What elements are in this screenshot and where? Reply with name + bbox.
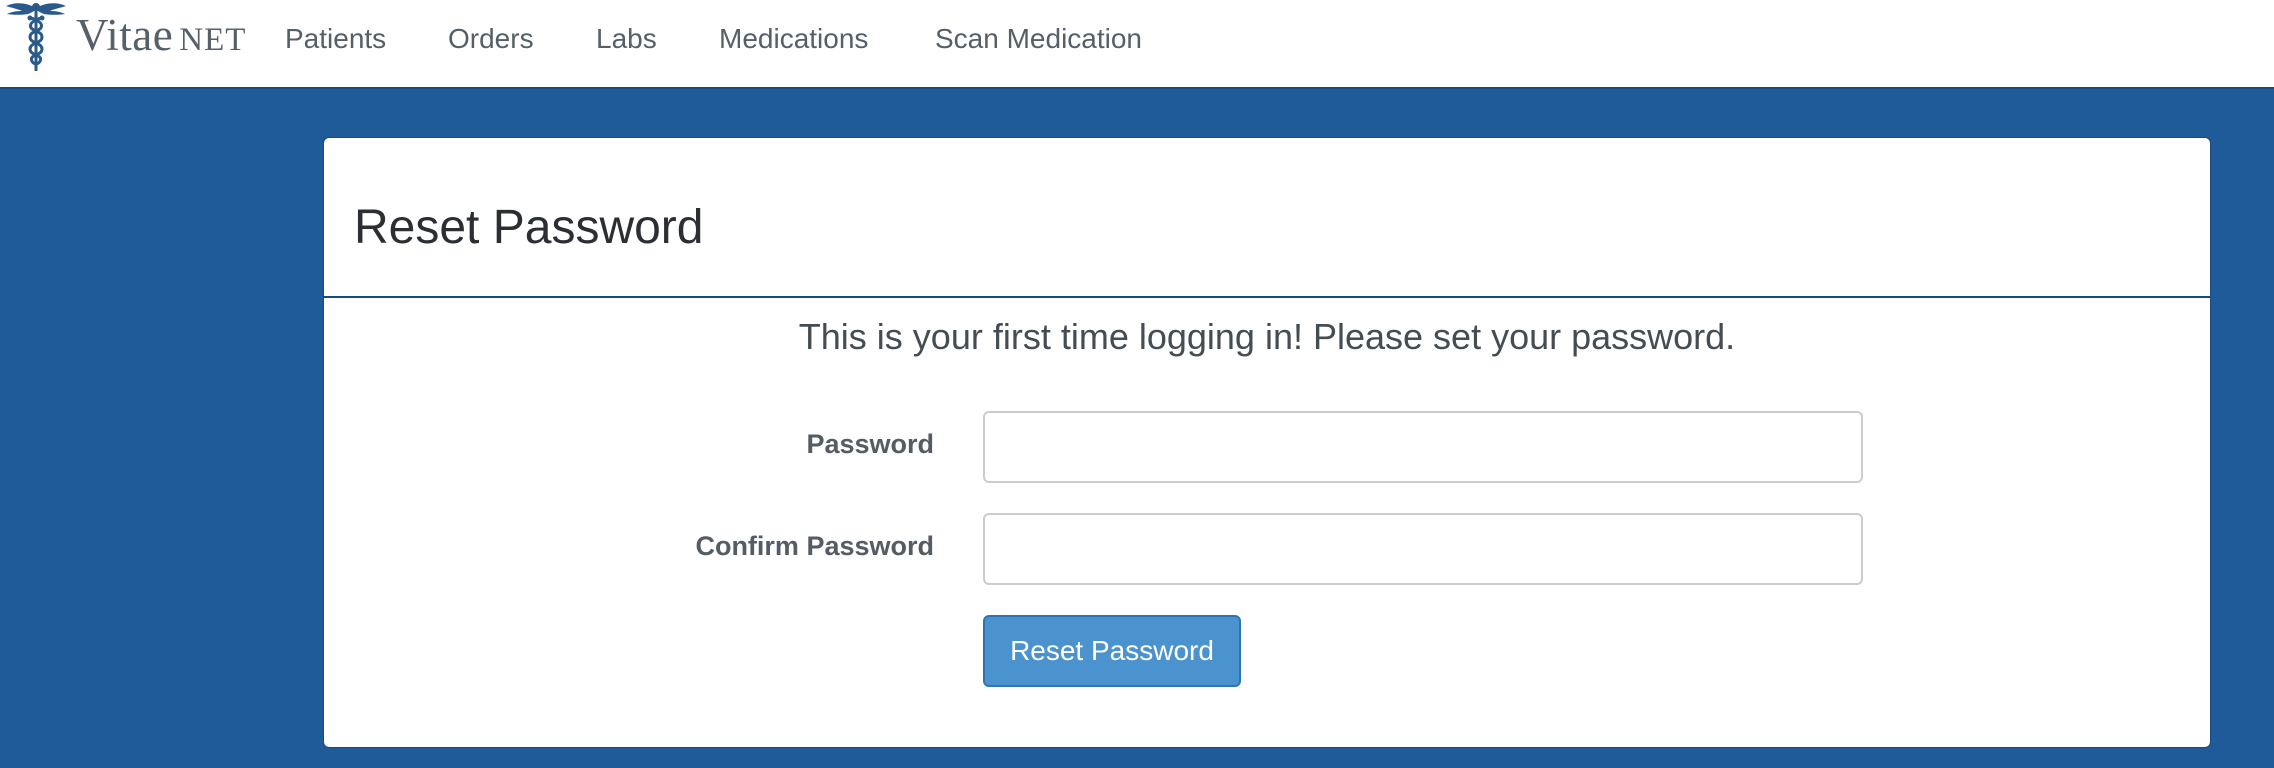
brand-title: Vitae xyxy=(76,10,174,60)
nav-item-patients[interactable]: Patients xyxy=(285,23,386,55)
brand-logo-link[interactable]: Vitae NET xyxy=(4,0,245,80)
password-field[interactable] xyxy=(983,411,1863,483)
intro-message: This is your first time logging in! Plea… xyxy=(798,316,1736,357)
reset-password-button[interactable]: Reset Password xyxy=(983,615,1241,687)
nav-item-medications[interactable]: Medications xyxy=(719,23,868,55)
page-title: Reset Password xyxy=(354,201,704,254)
top-navbar: Vitae NET Patients Orders Labs Medication… xyxy=(0,0,2274,89)
nav-item-labs[interactable]: Labs xyxy=(596,23,657,55)
password-label: Password xyxy=(806,429,934,459)
nav-item-orders[interactable]: Orders xyxy=(448,23,534,55)
nav-item-scan-medication[interactable]: Scan Medication xyxy=(935,23,1142,55)
brand-suffix: NET xyxy=(179,22,247,58)
reset-password-panel: Reset Password This is your first time l… xyxy=(323,137,2211,748)
confirm-password-field[interactable] xyxy=(983,513,1863,585)
panel-heading: Reset Password xyxy=(324,138,2210,298)
confirm-password-label: Confirm Password xyxy=(695,531,934,561)
caduceus-icon xyxy=(4,0,68,74)
brand-name: Vitae NET xyxy=(76,9,246,61)
